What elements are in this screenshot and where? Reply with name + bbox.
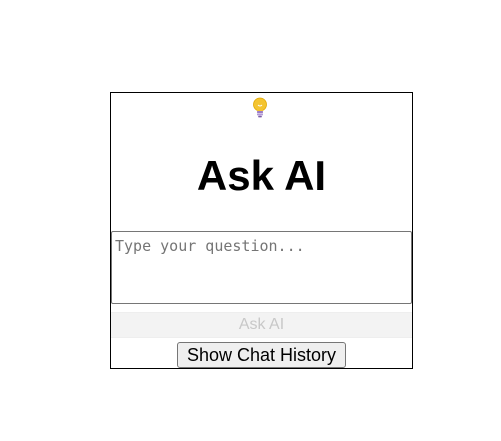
question-input[interactable]	[111, 231, 412, 304]
ask-ai-button[interactable]: Ask AI	[111, 312, 412, 338]
ask-ai-panel: Ask AI Ask AI Show Chat History	[110, 92, 413, 369]
lightbulb-icon	[253, 97, 267, 118]
page-title: Ask AI	[196, 152, 327, 199]
show-chat-history-button[interactable]: Show Chat History	[177, 342, 346, 368]
